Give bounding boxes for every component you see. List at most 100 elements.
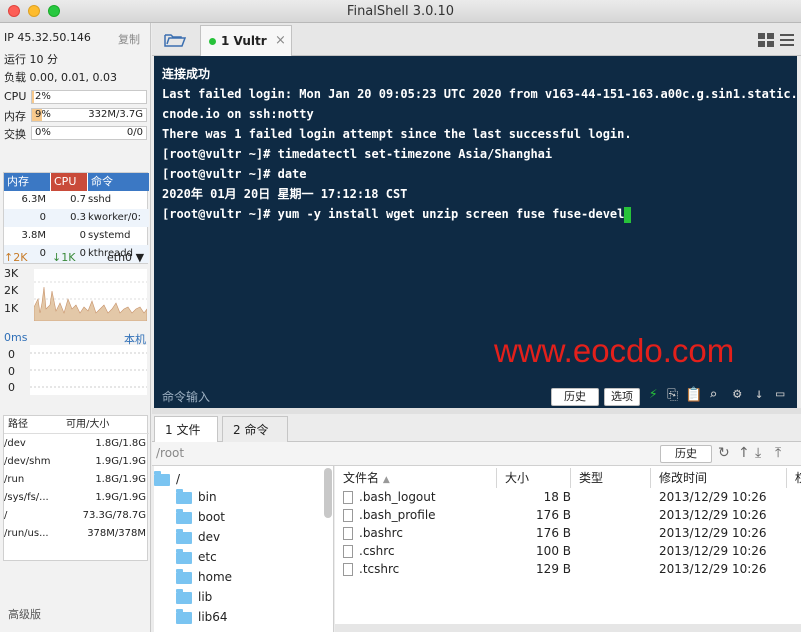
- folder-icon: [176, 548, 192, 564]
- path-input[interactable]: /root: [156, 446, 660, 462]
- disk-path: /dev: [4, 438, 26, 449]
- terminal-line: 连接成功: [162, 67, 211, 81]
- disk-row[interactable]: /sys/fs/... 1.9G/1.9G: [4, 489, 149, 507]
- lightning-icon[interactable]: ⚡: [649, 386, 657, 402]
- terminal-line-current: [root@vultr ~]# yum -y install wget unzi…: [162, 204, 632, 224]
- tab-commands[interactable]: 2 命令: [222, 416, 288, 442]
- cpu-usage-bar: 2%: [31, 90, 147, 104]
- maximize-icon[interactable]: ▭: [776, 386, 784, 402]
- column-header-mtime[interactable]: 修改时间: [651, 468, 787, 488]
- folder-open-icon[interactable]: [164, 32, 186, 48]
- column-header-type[interactable]: 类型: [571, 468, 651, 488]
- disk-size: 1.9G/1.9G: [95, 492, 146, 503]
- net-tick: 1K: [4, 302, 19, 315]
- upload-icon[interactable]: ⤒: [775, 445, 781, 461]
- latency-chart: [30, 345, 147, 395]
- file-size: 176 B: [536, 508, 571, 522]
- disk-row[interactable]: /dev/shm 1.9G/1.9G: [4, 453, 149, 471]
- terminal-line: There was 1 failed login attempt since t…: [162, 127, 632, 141]
- disk-row[interactable]: /run/us... 378M/378M: [4, 525, 149, 543]
- download-icon[interactable]: ⤓: [755, 445, 761, 461]
- close-tab-icon[interactable]: ×: [275, 33, 286, 48]
- column-header-name[interactable]: 文件名 ▲: [335, 468, 497, 488]
- server-ip: IP 45.32.50.146: [4, 31, 91, 44]
- layout-grid-icon[interactable]: [758, 33, 774, 47]
- process-mem: 6.3M: [21, 194, 46, 205]
- process-cpu: 0: [79, 248, 86, 259]
- file-row[interactable]: .bash_logout 18 B 2013/12/29 10:26: [335, 488, 801, 506]
- swap-detail: 0/0: [126, 127, 143, 138]
- search-icon[interactable]: ⌕: [709, 387, 717, 403]
- paste-icon[interactable]: 📋: [685, 387, 702, 403]
- disk-size: 1.8G/1.9G: [95, 474, 146, 485]
- terminal-output[interactable]: 连接成功 Last failed login: Mon Jan 20 09:05…: [154, 56, 798, 408]
- file-list-scrollbar[interactable]: [335, 624, 801, 632]
- sort-ascending-icon: ▲: [382, 475, 390, 485]
- file-row[interactable]: .bash_profile 176 B 2013/12/29 10:26: [335, 506, 801, 524]
- tree-item-label: lib64: [198, 610, 228, 624]
- process-header-memory[interactable]: 内存: [4, 173, 50, 191]
- menu-icon[interactable]: [780, 33, 794, 47]
- tab-files[interactable]: 1 文件: [154, 416, 218, 442]
- column-header-permission[interactable]: 权: [787, 468, 801, 488]
- disk-header-path: 路径: [8, 419, 28, 430]
- file-mtime: 2013/12/29 10:26: [659, 508, 767, 522]
- disk-row[interactable]: /dev 1.8G/1.8G: [4, 435, 149, 453]
- tree-item-home[interactable]: home: [176, 568, 232, 584]
- disk-row[interactable]: /run 1.8G/1.9G: [4, 471, 149, 489]
- process-header-cpu[interactable]: CPU: [51, 173, 87, 191]
- tree-item-bin[interactable]: bin: [176, 488, 217, 504]
- history-button[interactable]: 历史: [551, 388, 599, 406]
- memory-detail: 332M/3.7G: [88, 109, 143, 120]
- file-size: 129 B: [536, 562, 571, 576]
- disk-header-row: 路径 可用/大小: [4, 416, 149, 434]
- latency-tick: 0: [8, 348, 15, 361]
- options-button[interactable]: 选项: [604, 388, 640, 406]
- tree-item-lib[interactable]: lib: [176, 588, 212, 604]
- file-name-cell: .bash_profile: [343, 506, 436, 524]
- process-row[interactable]: 3.8M 0 systemd: [4, 227, 149, 245]
- copy-icon[interactable]: ⎘: [667, 387, 678, 403]
- disk-path: /sys/fs/...: [4, 492, 49, 503]
- folder-icon: [176, 528, 192, 544]
- parent-directory-icon[interactable]: ↑: [738, 445, 750, 461]
- cpu-percent: 2%: [35, 91, 51, 102]
- file-icon: [343, 545, 353, 558]
- tree-item-dev[interactable]: dev: [176, 528, 220, 544]
- column-header-size[interactable]: 大小: [497, 468, 571, 488]
- terminal-command: [root@vultr ~]# yum -y install wget unzi…: [162, 207, 625, 221]
- process-header-command[interactable]: 命令: [88, 173, 149, 191]
- process-row[interactable]: 6.3M 0.7 sshd: [4, 191, 149, 209]
- swap-percent: 0%: [35, 127, 51, 138]
- window-title: FinalShell 3.0.10: [346, 4, 455, 19]
- terminal-line: [root@vultr ~]# timedatectl set-timezone…: [162, 147, 553, 161]
- gear-icon[interactable]: ⚙: [733, 386, 741, 402]
- tree-scrollbar[interactable]: [324, 468, 332, 518]
- tree-item-etc[interactable]: etc: [176, 548, 217, 564]
- tree-item-boot[interactable]: boot: [176, 508, 225, 524]
- disk-path: /run/us...: [4, 528, 49, 539]
- disk-row[interactable]: / 73.3G/78.7G: [4, 507, 149, 525]
- command-input-label[interactable]: 命令输入: [162, 388, 210, 405]
- edition-label[interactable]: 高级版: [8, 606, 41, 622]
- file-row[interactable]: .tcshrc 129 B 2013/12/29 10:26: [335, 560, 801, 578]
- net-interface-select[interactable]: eth0 ▼: [107, 251, 144, 264]
- tree-item-lib64[interactable]: lib64: [176, 608, 228, 624]
- chevron-down-icon: ▼: [135, 251, 145, 264]
- file-name: .tcshrc: [359, 562, 400, 576]
- process-row[interactable]: 0 0.3 kworker/0:: [4, 209, 149, 227]
- tree-root[interactable]: /: [154, 470, 180, 486]
- copy-ip-button[interactable]: 复制: [118, 31, 140, 47]
- file-icon: [343, 563, 353, 576]
- file-row[interactable]: .cshrc 100 B 2013/12/29 10:26: [335, 542, 801, 560]
- terminal-line: cnode.io on ssh:notty: [162, 107, 314, 121]
- connected-status-icon: [209, 38, 216, 45]
- memory-label: 内存: [4, 110, 26, 123]
- path-history-button[interactable]: 历史: [660, 445, 712, 463]
- file-row[interactable]: .bashrc 176 B 2013/12/29 10:26: [335, 524, 801, 542]
- tab-vultr[interactable]: 1 Vultr ×: [200, 25, 292, 56]
- net-interface: eth0: [107, 251, 133, 264]
- path-bar: /root 历史 ↻ ↑ ⤓ ⤒: [152, 442, 801, 466]
- refresh-icon[interactable]: ↻: [718, 445, 730, 461]
- arrow-down-icon[interactable]: ↓: [755, 386, 763, 402]
